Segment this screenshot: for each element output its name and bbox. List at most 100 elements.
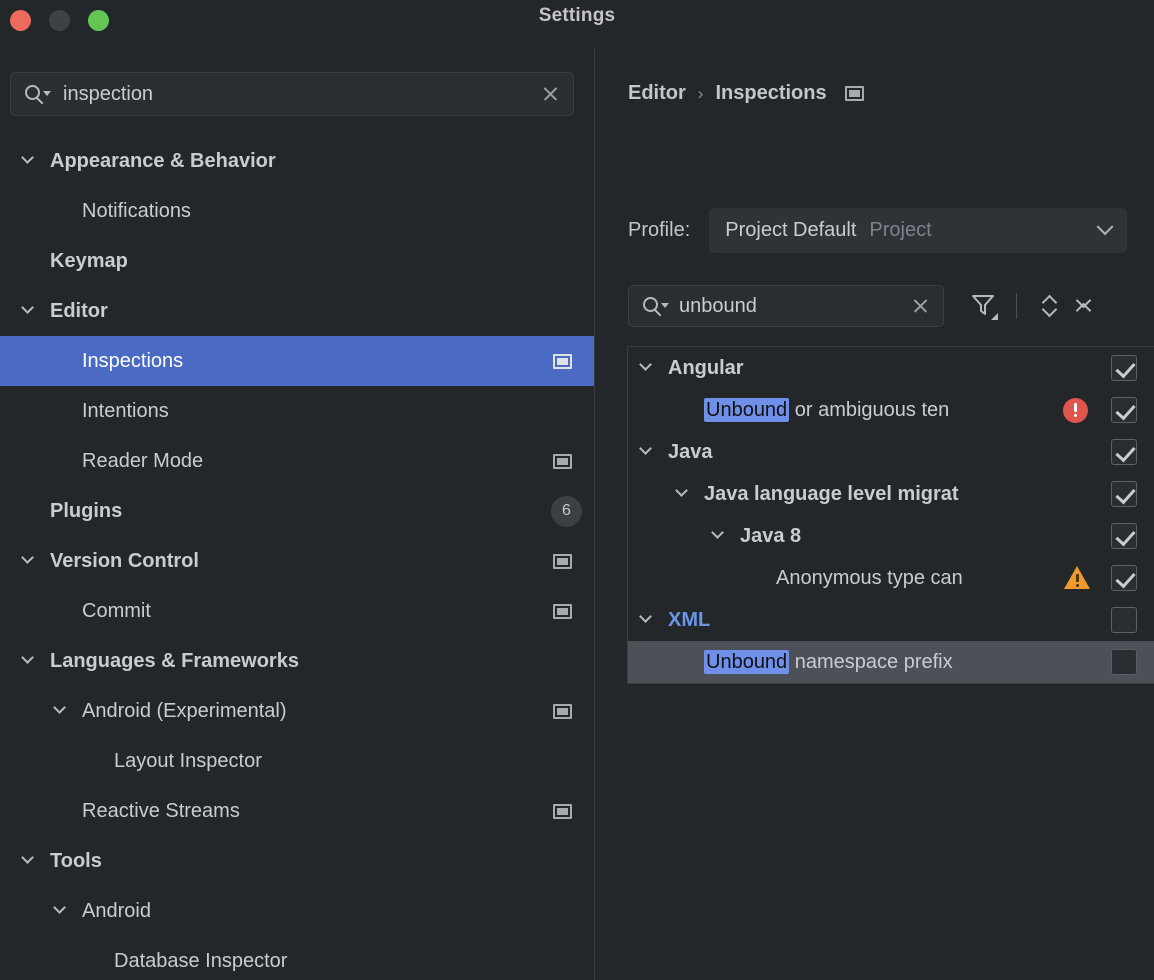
sidebar-item-label: Layout Inspector [114,749,262,772]
sidebar-item-label: Intentions [82,399,169,422]
window-icon[interactable] [553,803,572,819]
sidebar-item-label: Inspections [82,349,184,372]
tree-row[interactable]: Java [628,431,1154,473]
filter-icon[interactable] [966,291,1002,321]
chevron-down-icon[interactable] [638,357,660,379]
sidebar-item-database-inspector[interactable]: Database Inspector [0,936,594,980]
tree-row[interactable]: Angular [628,347,1154,389]
sidebar-item-languages-frameworks[interactable]: Languages & Frameworks [0,636,594,686]
profile-row: Profile: Project Default Project [628,208,1127,253]
sidebar-item-label: Editor [50,299,108,322]
tree-row[interactable]: Unbound or ambiguous ten [628,389,1154,431]
tree-row[interactable]: Java language level migrat [628,473,1154,515]
sidebar-item-label: Keymap [50,249,128,272]
sidebar-item-appearance-behavior[interactable]: Appearance & Behavior [0,136,594,186]
error-severity-icon [1063,397,1088,423]
inspections-tree: Angular Unbound or ambiguous ten Java Java … [627,346,1154,684]
chevron-down-icon[interactable] [20,550,42,572]
chevron-down-icon[interactable] [20,300,42,322]
chevron-down-icon[interactable] [638,609,660,631]
tree-row-label: Java 8 [740,524,802,547]
window-icon[interactable] [553,553,572,569]
sidebar-item-version-control[interactable]: Version Control [0,536,594,586]
sidebar-item-intentions[interactable]: Intentions [0,386,594,436]
tree-row[interactable]: Anonymous type can [628,557,1154,599]
toolbar-separator [1016,293,1017,319]
tree-row-label: Unbound namespace prefix [704,649,953,674]
sidebar-item-label: Tools [50,849,102,872]
sidebar-item-android-experimental[interactable]: Android (Experimental) [0,686,594,736]
tree-row[interactable]: Unbound namespace prefix [628,641,1154,683]
title-bar: Settings [0,0,1154,48]
inspection-checkbox[interactable] [1111,355,1137,381]
sidebar-item-reactive-streams[interactable]: Reactive Streams [0,786,594,836]
sidebar-item-label: Commit [82,599,151,622]
sidebar-item-android[interactable]: Android [0,886,594,936]
tree-row[interactable]: Java 8 [628,515,1154,557]
expand-all-icon[interactable] [1033,290,1067,322]
plugin-count-badge: 6 [551,495,582,527]
clear-search-icon[interactable] [533,77,567,111]
tree-row-label: Java language level migrat [704,482,959,505]
window-title: Settings [538,5,616,26]
inspection-checkbox[interactable] [1111,565,1137,591]
inspections-panel: Editor › Inspections Profile: Project De… [595,48,1154,980]
inspection-checkbox[interactable] [1111,439,1137,465]
window-icon[interactable] [553,353,572,369]
inspection-search-field[interactable]: unbound [628,285,944,327]
inspection-checkbox[interactable] [1111,607,1137,633]
tree-row-label: Unbound or ambiguous ten [704,397,950,422]
sidebar-item-notifications[interactable]: Notifications [0,186,594,236]
sidebar-item-reader-mode[interactable]: Reader Mode [0,436,594,486]
settings-search-input[interactable]: inspection [63,83,533,106]
chevron-down-icon[interactable] [638,441,660,463]
chevron-down-icon[interactable] [20,850,42,872]
sidebar-item-label: Appearance & Behavior [50,149,276,172]
inspections-toolbar: unbound [628,284,1146,328]
profile-label: Profile: [628,219,691,241]
sidebar-item-plugins[interactable]: Plugins 6 [0,486,594,536]
sidebar-item-label: Android [82,899,151,922]
tree-row-label-text: or ambiguous ten [789,398,950,421]
settings-search-field[interactable]: inspection [10,72,574,116]
sidebar-item-label: Languages & Frameworks [50,649,299,672]
profile-dropdown[interactable]: Project Default Project [709,208,1127,253]
window-icon[interactable] [553,453,572,469]
window-icon[interactable] [553,603,572,619]
warning-severity-icon [1064,566,1090,589]
sidebar-item-layout-inspector[interactable]: Layout Inspector [0,736,594,786]
window-icon[interactable] [553,703,572,719]
inspection-search-input[interactable]: unbound [679,295,903,318]
sidebar-item-commit[interactable]: Commit [0,586,594,636]
window-icon[interactable] [844,86,864,101]
inspection-checkbox[interactable] [1111,523,1137,549]
inspection-checkbox[interactable] [1111,481,1137,507]
sidebar-item-editor[interactable]: Editor [0,286,594,336]
chevron-down-icon [1096,217,1114,235]
chevron-down-icon[interactable] [20,150,42,172]
profile-scope: Project [869,219,932,241]
sidebar-item-keymap[interactable]: Keymap [0,236,594,286]
inspection-checkbox[interactable] [1111,649,1137,675]
sidebar-item-label: Android (Experimental) [82,699,287,722]
sidebar-item-label: Reader Mode [82,449,204,472]
clear-search-icon[interactable] [903,289,937,323]
search-icon [643,296,673,317]
collapse-all-icon[interactable] [1067,290,1101,322]
breadcrumb-separator: › [697,83,704,103]
sidebar-item-inspections[interactable]: Inspections [0,336,594,386]
chevron-down-icon[interactable] [710,525,732,547]
breadcrumb-parent[interactable]: Editor [628,82,686,105]
chevron-down-icon[interactable] [52,900,74,922]
tree-row-label-text: namespace prefix [789,650,953,673]
search-match-highlight: Unbound [704,397,790,422]
inspection-checkbox[interactable] [1111,397,1137,423]
sidebar-item-tools[interactable]: Tools [0,836,594,886]
chevron-down-icon[interactable] [20,650,42,672]
sidebar-item-label: Notifications [82,199,191,222]
chevron-down-icon[interactable] [674,483,696,505]
chevron-down-icon[interactable] [52,700,74,722]
settings-nav-list: Appearance & Behavior Notifications Keymap… [0,136,594,980]
tree-row[interactable]: XML [628,599,1154,641]
search-match-highlight: Unbound [704,649,790,674]
